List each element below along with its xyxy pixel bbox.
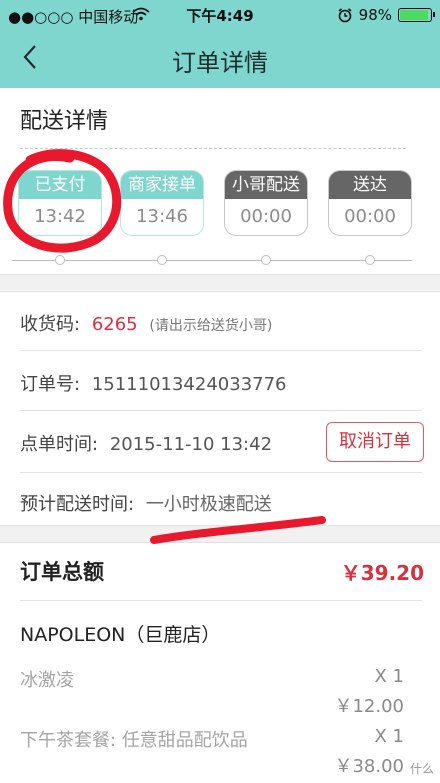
step-label: 已支付 — [19, 171, 101, 199]
battery-icon — [398, 8, 435, 22]
nav-bar: 订单详情 — [0, 30, 440, 88]
order-total-label: 订单总额 — [20, 560, 104, 584]
delivery-section-title: 配送详情 — [20, 109, 109, 134]
pickup-code-row: 收货码: 6265 (请出示给送货小哥) — [20, 310, 422, 336]
eta-label: 预计配送时间: — [20, 494, 135, 515]
battery-percent: 98% — [358, 6, 392, 24]
timeline-dot — [157, 255, 167, 265]
row-divider — [20, 410, 422, 411]
pickup-code-hint: (请出示给送货小哥) — [149, 318, 273, 334]
timeline-dot — [55, 255, 65, 265]
order-number-value: 15111013424033776 — [91, 374, 287, 395]
timeline-dot — [261, 255, 271, 265]
step-time: 00:00 — [240, 206, 292, 227]
progress-timeline — [12, 260, 412, 261]
step-label: 小哥配送 — [225, 171, 307, 199]
step-time: 13:42 — [34, 206, 86, 227]
row-divider — [20, 472, 422, 473]
divider — [20, 148, 406, 149]
order-number-label: 订单号: — [20, 374, 81, 395]
item-quantity: X 1 — [374, 666, 404, 687]
order-time-value: 2015-11-10 13:42 — [109, 434, 273, 455]
alarm-clock-icon — [338, 8, 352, 23]
timeline-dot — [365, 255, 375, 265]
step-time: 13:46 — [136, 206, 188, 227]
step-label: 商家接单 — [121, 171, 203, 199]
item-price: ￥38.00 — [334, 756, 404, 777]
pickup-code-value: 6265 — [91, 314, 138, 335]
section-gap — [0, 525, 440, 543]
status-right: 98% — [337, 6, 435, 24]
step-courier-delivering: 小哥配送 00:00 — [224, 170, 308, 236]
step-merchant-accepted: 商家接单 13:46 — [120, 170, 204, 236]
shop-name: NAPOLEON（巨鹿店） — [20, 624, 221, 646]
step-paid: 已支付 13:42 — [18, 170, 102, 236]
wifi-icon — [132, 7, 150, 21]
row-divider — [20, 600, 422, 601]
item-price: ￥12.00 — [334, 696, 404, 717]
item-quantity: X 1 — [374, 726, 404, 747]
pickup-code-label: 收货码: — [20, 314, 81, 335]
eta-value: 一小时极速配送 — [145, 494, 272, 515]
order-number-row: 订单号: 15111013424033776 — [20, 370, 422, 396]
step-time: 00:00 — [344, 206, 396, 227]
order-time-label: 点单时间: — [20, 434, 99, 455]
row-divider — [20, 350, 422, 351]
eta-row: 预计配送时间: 一小时极速配送 — [20, 490, 422, 516]
item-name: 下午茶套餐: 任意甜品配饮品 — [20, 730, 248, 751]
order-total-value: ￥39.20 — [340, 561, 424, 585]
watermark: 什么 — [409, 762, 434, 776]
status-bar: ●●○○○ 中国移动 下午4:49 98% — [0, 0, 440, 30]
item-name: 冰激凌 — [20, 670, 74, 691]
section-gap — [0, 274, 440, 292]
step-label: 送达 — [329, 171, 411, 199]
page-title: 订单详情 — [172, 49, 268, 77]
step-delivered: 送达 00:00 — [328, 170, 412, 236]
cancel-order-button[interactable]: 取消订单 — [326, 422, 424, 462]
